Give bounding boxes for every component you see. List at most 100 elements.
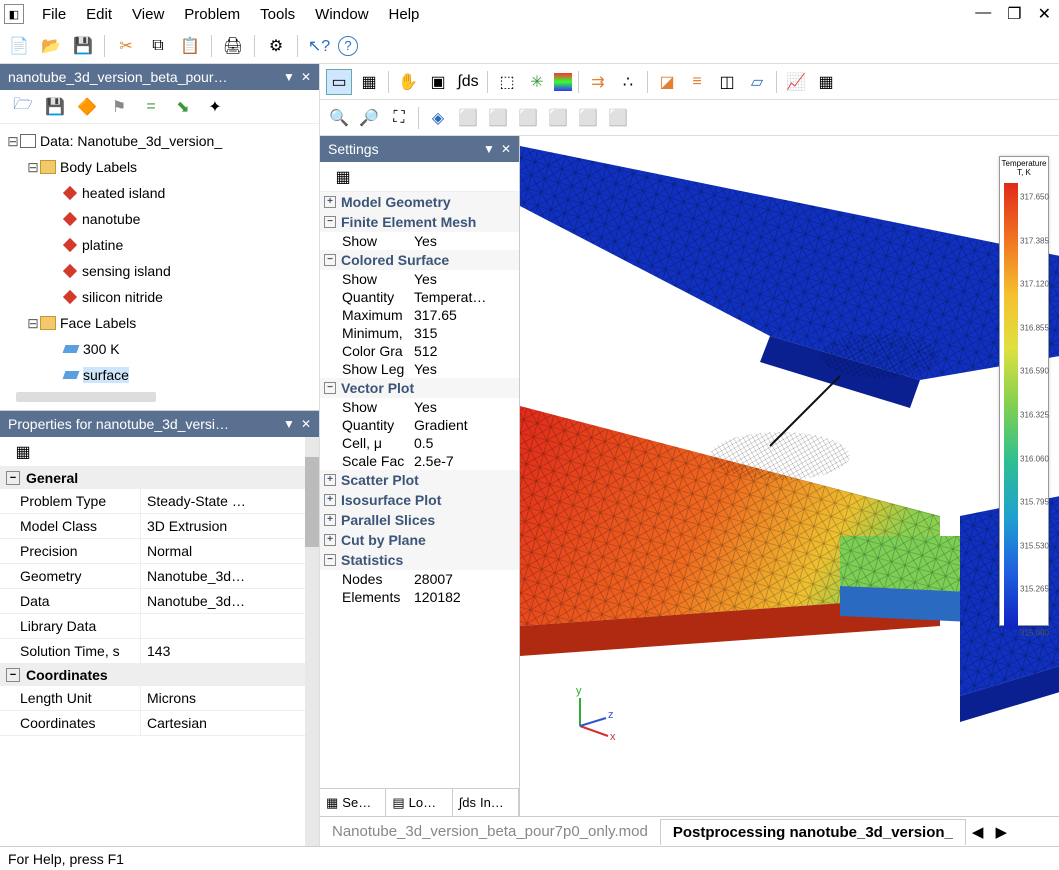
settings-row[interactable]: ShowYes xyxy=(320,270,519,288)
cutplane-icon[interactable]: ◫ xyxy=(714,69,740,95)
settings-row[interactable]: ShowYes xyxy=(320,398,519,416)
menu-view[interactable]: View xyxy=(122,2,174,27)
settings-tab-0[interactable]: ▦Se… xyxy=(320,789,386,816)
tab-prev-icon[interactable]: ◀ xyxy=(966,823,990,841)
open-data-icon[interactable]: 🗁 xyxy=(10,94,36,120)
close-icon[interactable]: ✕ xyxy=(1034,2,1055,26)
settings-row[interactable]: Show LegYes xyxy=(320,360,519,378)
chart-icon[interactable]: 📈 xyxy=(783,69,809,95)
menu-problem[interactable]: Problem xyxy=(174,2,250,27)
equal-icon[interactable]: = xyxy=(138,94,164,120)
face-item-1[interactable]: surface xyxy=(83,367,129,383)
settings-val[interactable]: Yes xyxy=(414,271,515,287)
3d-viewport[interactable]: x y z Temperature T, K 317.650317.385317… xyxy=(520,136,1059,816)
settings-row[interactable]: Minimum,315 xyxy=(320,324,519,342)
zoom-out-icon[interactable]: 🔎 xyxy=(356,105,382,131)
settings-val[interactable]: 315 xyxy=(414,325,515,341)
settings-grid[interactable]: +Model Geometry−Finite Element MeshShowY… xyxy=(320,192,519,788)
settings-val[interactable]: 28007 xyxy=(414,571,515,587)
settings-row[interactable]: Maximum317.65 xyxy=(320,306,519,324)
vertical-scrollbar[interactable] xyxy=(305,437,319,846)
settings-section[interactable]: −Statistics xyxy=(320,550,519,570)
settings-row[interactable]: Cell, μ0.5 xyxy=(320,434,519,452)
settings-section[interactable]: +Cut by Plane xyxy=(320,530,519,550)
settings-row[interactable]: Nodes28007 xyxy=(320,570,519,588)
data-tree[interactable]: ⊟Data: Nanotube_3d_version_ ⊟Body Labels… xyxy=(0,124,319,410)
print-icon[interactable]: 🖨 xyxy=(220,33,246,59)
arrow-down-icon[interactable]: ⬊ xyxy=(170,94,196,120)
props-grid-icon[interactable]: ▦ xyxy=(10,439,36,465)
vector-icon[interactable]: ⇉ xyxy=(585,69,611,95)
surface-icon[interactable] xyxy=(554,73,572,91)
settings-val[interactable]: 120182 xyxy=(414,589,515,605)
settings-val[interactable]: 317.65 xyxy=(414,307,515,323)
open-icon[interactable]: 📂 xyxy=(38,33,64,59)
settings-val[interactable]: Yes xyxy=(414,233,515,249)
settings-val[interactable]: 2.5e-7 xyxy=(414,453,515,469)
maximize-icon[interactable]: ❐ xyxy=(1003,2,1025,26)
settings-val[interactable]: 0.5 xyxy=(414,435,515,451)
puzzle-icon[interactable]: ✦ xyxy=(202,94,228,120)
settings-section[interactable]: +Scatter Plot xyxy=(320,470,519,490)
scatter-icon[interactable]: ∴ xyxy=(615,69,641,95)
panel-close-icon[interactable]: ✕ xyxy=(501,142,511,156)
select-icon[interactable]: ▣ xyxy=(425,69,451,95)
settings-section[interactable]: −Finite Element Mesh xyxy=(320,212,519,232)
new-file-icon[interactable]: 📄 xyxy=(6,33,32,59)
doc-tab-inactive[interactable]: Nanotube_3d_version_beta_pour7p0_only.mo… xyxy=(320,819,660,844)
settings-grid-icon[interactable]: ▦ xyxy=(330,164,356,190)
body-item-4[interactable]: silicon nitride xyxy=(82,289,163,305)
settings-header[interactable]: Settings ▼✕ xyxy=(320,136,519,162)
zoom-in-icon[interactable]: 🔍 xyxy=(326,105,352,131)
table-icon[interactable]: ▦ xyxy=(813,69,839,95)
wireframe-icon[interactable]: ⬚ xyxy=(494,69,520,95)
section-general[interactable]: −General xyxy=(0,467,319,489)
body-item-0[interactable]: heated island xyxy=(82,185,165,201)
settings-tab-1[interactable]: ▤Lo… xyxy=(386,789,452,816)
window-layout-icon[interactable]: ▭ xyxy=(326,69,352,95)
tree-root[interactable]: Data: Nanotube_3d_version_ xyxy=(40,133,222,149)
iso-view-icon[interactable]: ◈ xyxy=(425,105,451,131)
panel-close-icon[interactable]: ✕ xyxy=(301,70,311,84)
menu-help[interactable]: Help xyxy=(379,2,430,27)
panel-close-icon[interactable]: ✕ xyxy=(301,417,311,431)
back-view-icon[interactable]: ⬜ xyxy=(485,105,511,131)
dropdown-icon[interactable]: ▼ xyxy=(483,142,495,156)
zoom-fit-icon[interactable]: ⛶ xyxy=(386,105,412,131)
pan-icon[interactable]: ✋ xyxy=(395,69,421,95)
save-data-icon[interactable]: 💾 xyxy=(42,94,68,120)
top-view-icon[interactable]: ⬜ xyxy=(575,105,601,131)
section-coordinates[interactable]: −Coordinates xyxy=(0,664,319,686)
prop-val[interactable]: 3D Extrusion xyxy=(140,514,319,538)
settings-val[interactable]: 512 xyxy=(414,343,515,359)
doc-tab-active[interactable]: Postprocessing nanotube_3d_version_ xyxy=(660,819,966,845)
integral-icon[interactable]: ∫ds xyxy=(455,69,481,95)
prop-val[interactable]: Steady-State … xyxy=(140,489,319,513)
settings-row[interactable]: QuantityTemperat… xyxy=(320,288,519,306)
face-labels[interactable]: Face Labels xyxy=(60,315,136,331)
minimize-icon[interactable]: — xyxy=(971,2,995,26)
settings-val[interactable]: Yes xyxy=(414,361,515,377)
face-item-0[interactable]: 300 K xyxy=(83,341,120,357)
menu-window[interactable]: Window xyxy=(305,2,378,27)
prop-val[interactable]: Microns xyxy=(140,686,319,710)
settings-val[interactable]: Gradient xyxy=(414,417,515,433)
prop-val[interactable]: Nanotube_3d… xyxy=(140,589,319,613)
slices-icon[interactable]: ≡ xyxy=(684,69,710,95)
copy-icon[interactable]: ⧉ xyxy=(145,33,171,59)
prop-val[interactable]: Normal xyxy=(140,539,319,563)
left-view-icon[interactable]: ⬜ xyxy=(515,105,541,131)
prop-val[interactable]: Cartesian xyxy=(140,711,319,735)
body-item-3[interactable]: sensing island xyxy=(82,263,171,279)
settings-section[interactable]: −Colored Surface xyxy=(320,250,519,270)
settings-section[interactable]: +Parallel Slices xyxy=(320,510,519,530)
settings-gear-icon[interactable]: ⚙ xyxy=(263,33,289,59)
clip-icon[interactable]: ▱ xyxy=(744,69,770,95)
settings-section[interactable]: +Isosurface Plot xyxy=(320,490,519,510)
settings-section[interactable]: −Vector Plot xyxy=(320,378,519,398)
settings-row[interactable]: QuantityGradient xyxy=(320,416,519,434)
settings-tab-2[interactable]: ∫dsIn… xyxy=(453,789,519,816)
front-view-icon[interactable]: ⬜ xyxy=(455,105,481,131)
body-labels[interactable]: Body Labels xyxy=(60,159,137,175)
props-icon[interactable]: ▦ xyxy=(356,69,382,95)
